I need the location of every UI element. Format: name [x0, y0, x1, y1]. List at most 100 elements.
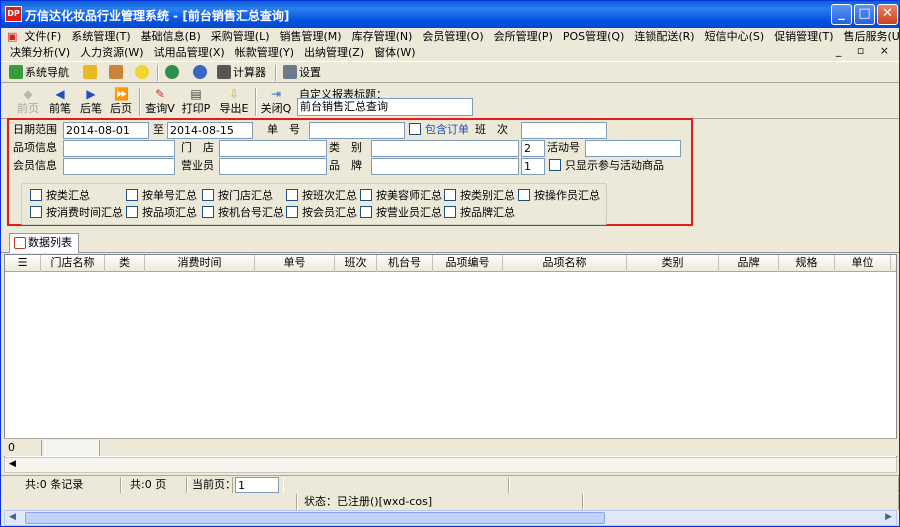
activity-input[interactable]: [585, 140, 681, 157]
column-header[interactable]: 单位: [835, 255, 891, 272]
query-button[interactable]: ✎ 查询V: [143, 86, 177, 118]
menu-item[interactable]: 短信中心(S): [700, 29, 770, 45]
column-header[interactable]: 类别: [627, 255, 719, 272]
summary-option-label: 按单号汇总: [142, 189, 197, 202]
category-input[interactable]: [371, 140, 519, 157]
menu-item[interactable]: 会所管理(P): [489, 29, 558, 45]
current-page-input[interactable]: 1: [235, 477, 279, 493]
record-count: 共:0 条记录: [1, 477, 121, 493]
status-bar: 状态：已注册()[wxd-cos]: [1, 493, 899, 510]
menu-item[interactable]: 会员管理(O): [417, 29, 488, 45]
print-button[interactable]: ▤ 打印P: [179, 86, 213, 118]
shift-input[interactable]: [521, 122, 607, 139]
grid-horizontal-scrollbar[interactable]: ◀: [4, 457, 897, 473]
summary-option[interactable]: 按会员汇总: [286, 206, 357, 220]
scroll-left-arrow-icon[interactable]: ◀: [9, 512, 16, 522]
menu-item[interactable]: 人力资源(W): [75, 45, 148, 61]
menu-item[interactable]: 帐款管理(Y): [230, 45, 299, 61]
column-header[interactable]: 班次: [335, 255, 377, 272]
brand-level-input[interactable]: 1: [521, 158, 545, 175]
prev-record-label: 前笔: [49, 102, 71, 115]
category-level-input[interactable]: 2: [521, 140, 545, 157]
column-header[interactable]: 单号: [255, 255, 335, 272]
close-form-button[interactable]: ⇥ 关闭Q: [259, 86, 293, 118]
column-header[interactable]: 消费时间: [145, 255, 255, 272]
footer-count: 0: [4, 440, 42, 456]
menu-item[interactable]: 试用品管理(X): [149, 45, 230, 61]
item-info-input[interactable]: [63, 140, 175, 157]
member-info-input[interactable]: [63, 158, 175, 175]
column-header[interactable]: 品项编号: [433, 255, 503, 272]
tab-data-list[interactable]: 数据列表: [9, 233, 79, 253]
menu-item[interactable]: 文件(F): [19, 29, 66, 45]
date-to-input[interactable]: 2014-08-15: [167, 122, 253, 139]
clerk-input[interactable]: [219, 158, 327, 175]
menu-item[interactable]: 库存管理(N): [347, 29, 418, 45]
menu-item[interactable]: 决策分析(V): [5, 45, 75, 61]
minimize-button[interactable]: _: [831, 4, 852, 25]
column-header[interactable]: 门店名称: [41, 255, 105, 272]
brand-input[interactable]: [371, 158, 519, 175]
title-bar[interactable]: DP 万信达化妆品行业管理系统 - [前台销售汇总查询] _ □ ✕: [1, 1, 899, 28]
scroll-thumb[interactable]: [25, 512, 605, 524]
menu-item[interactable]: 采购管理(L): [206, 29, 275, 45]
column-header[interactable]: 机台号: [377, 255, 433, 272]
next-record-button[interactable]: ▶ 后笔: [74, 86, 108, 118]
summary-option[interactable]: 按类别汇总: [444, 189, 515, 203]
menu-item[interactable]: 系统管理(T): [66, 29, 135, 45]
summary-option-label: 按机台号汇总: [218, 206, 284, 219]
summary-option[interactable]: 按类汇总: [30, 189, 90, 203]
summary-option[interactable]: 按班次汇总: [286, 189, 357, 203]
globe-button[interactable]: [165, 65, 181, 81]
menu-item[interactable]: 窗体(W): [369, 45, 420, 61]
registration-status: 状态：已注册()[wxd-cos]: [297, 494, 583, 510]
summary-option[interactable]: 按操作员汇总: [518, 189, 600, 203]
menu-item[interactable]: 出纳管理(Z): [299, 45, 369, 61]
column-header[interactable]: 类: [105, 255, 145, 272]
summary-option[interactable]: 按品项汇总: [126, 206, 197, 220]
only-activity-checkbox[interactable]: 只显示参与活动商品: [549, 159, 664, 173]
info-button[interactable]: [193, 65, 209, 81]
order-no-input[interactable]: [309, 122, 405, 139]
scroll-right-arrow-icon[interactable]: ▶: [885, 512, 892, 522]
system-nav-button[interactable]: 系统导航: [9, 65, 69, 81]
menu-item[interactable]: 销售管理(M): [275, 29, 347, 45]
export-button[interactable]: ⇩ 导出E: [217, 86, 251, 118]
pager-bar: 共:0 条记录 共:0 页 当前页： 1: [1, 475, 899, 493]
users-button[interactable]: [109, 65, 125, 81]
checkbox-box: [549, 159, 561, 171]
scroll-left-arrow-icon[interactable]: ◀: [9, 459, 16, 469]
menu-item[interactable]: 售后服务(U): [839, 29, 900, 45]
column-header[interactable]: 品项名称: [503, 255, 627, 272]
menu-item[interactable]: 促销管理(T): [769, 29, 838, 45]
summary-option[interactable]: 按美容师汇总: [360, 189, 442, 203]
close-button[interactable]: ✕: [877, 4, 898, 25]
prev-record-button[interactable]: ◀ 前笔: [43, 86, 77, 118]
summary-option[interactable]: 按单号汇总: [126, 189, 197, 203]
menu-item[interactable]: 基础信息(B): [136, 29, 206, 45]
calculator-button[interactable]: 计算器: [217, 65, 266, 81]
summary-option[interactable]: 按门店汇总: [202, 189, 273, 203]
summary-option[interactable]: 按消费时间汇总: [30, 206, 123, 220]
mdi-window-controls[interactable]: _ ▫ ×: [836, 44, 895, 57]
summary-options-group: 按类汇总 按单号汇总 按门店汇总 按班次汇总 按美容师汇总 按类别汇总 按操作员…: [21, 183, 607, 225]
menu-item[interactable]: POS管理(Q): [558, 29, 630, 45]
date-from-input[interactable]: 2014-08-01: [63, 122, 149, 139]
summary-option[interactable]: 按营业员汇总: [360, 206, 442, 220]
column-header[interactable]: 规格: [779, 255, 835, 272]
summary-option[interactable]: 按品牌汇总: [444, 206, 515, 220]
column-header[interactable]: 品牌: [719, 255, 779, 272]
report-title-input[interactable]: 前台销售汇总查询: [297, 98, 473, 116]
maximize-button[interactable]: □: [854, 4, 875, 25]
summary-option[interactable]: 按机台号汇总: [202, 206, 284, 220]
first-page-button[interactable]: ◆ 前页: [11, 86, 45, 118]
last-page-button[interactable]: ⏩ 后页: [104, 86, 138, 118]
store-input[interactable]: [219, 140, 327, 157]
bell-button[interactable]: [135, 65, 151, 81]
window-horizontal-scrollbar[interactable]: ◀ ▶: [4, 510, 897, 526]
grid-row-selector[interactable]: ☰: [5, 255, 41, 272]
settings-button[interactable]: 设置: [283, 65, 321, 81]
key-button[interactable]: [83, 65, 99, 81]
menu-item[interactable]: 连锁配送(R): [629, 29, 699, 45]
include-order-checkbox[interactable]: 包含订单: [409, 123, 469, 137]
